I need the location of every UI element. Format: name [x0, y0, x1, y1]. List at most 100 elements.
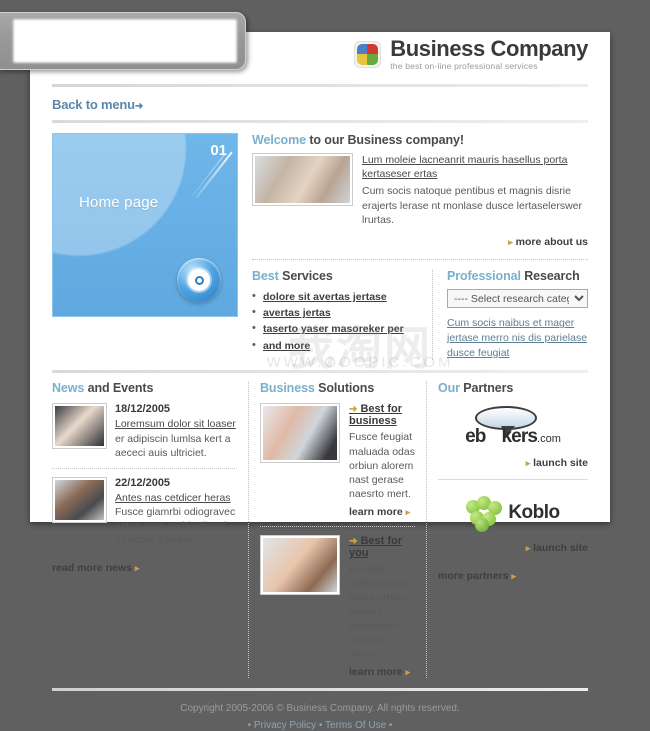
service-link: and more: [263, 339, 311, 352]
solutions-heading-highlight: Business: [260, 381, 315, 396]
welcome-body: Lum moleie lacneanrit mauris hasellus po…: [252, 153, 588, 227]
learn-more-link[interactable]: learn more ▸: [349, 666, 415, 678]
list-item[interactable]: dolore sit avertas jertase: [252, 288, 422, 305]
news-headline-link[interactable]: Antes nas cetdicer heras: [115, 491, 237, 505]
business-solutions-column: Business Solutions ➜ Best for business F…: [248, 381, 426, 679]
service-link: taserto yaser masoreker per: [263, 323, 404, 336]
hero-title: Home page: [79, 194, 159, 211]
service-link: dolore sit avertas jertase: [263, 290, 387, 303]
news-heading: News and Events: [52, 381, 237, 395]
koblo-logo-icon[interactable]: Koblo: [438, 490, 588, 536]
three-column-row: News and Events 18/12/2005 Loremsum dolo…: [30, 373, 610, 679]
list-item: 22/12/2005 Antes nas cetdicer heras Fusc…: [52, 476, 237, 548]
backbar-divider: [52, 120, 588, 123]
welcome-headline-link[interactable]: Lum moleie lacneanrit mauris hasellus po…: [362, 153, 588, 181]
arrow-right-icon: ➜: [134, 101, 144, 112]
read-more-news-label: read more news: [52, 561, 132, 574]
list-item: eb kers.com ▸ launch site: [438, 405, 588, 471]
back-to-menu-link[interactable]: Back to menu➜: [52, 97, 143, 112]
launch-site-link[interactable]: ▸ launch site: [526, 457, 588, 469]
research-category-select[interactable]: ---- Select research category ----: [447, 289, 588, 309]
privacy-policy-link[interactable]: Privacy Policy: [254, 720, 316, 731]
bullet-arrow-icon: ▸: [405, 507, 411, 518]
partners-footer: more partners ▸: [438, 566, 588, 584]
ebookers-logo-icon[interactable]: eb kers.com: [438, 405, 588, 451]
best-services-section: Best Services dolore sit avertas jertase…: [252, 269, 432, 361]
welcome-more-row: ▸ more about us: [252, 232, 588, 250]
bullet-arrow-icon: ▸: [508, 236, 513, 247]
terms-of-use-link[interactable]: Terms Of Use: [325, 720, 386, 731]
news-copy: er adipiscin lumlsa kert a aececi auis u…: [115, 432, 231, 459]
news-thumbnail[interactable]: [52, 476, 107, 523]
hero-number: 01: [210, 142, 227, 159]
bullet-arrow-icon: ▸: [405, 667, 411, 678]
news-and-events-column: News and Events 18/12/2005 Loremsum dolo…: [52, 381, 248, 678]
footer-dot-icon: •: [388, 720, 393, 731]
solution-copy: Feugiat maluada ioas lertsa orbiun alose…: [349, 563, 412, 661]
news-divider: [52, 467, 237, 469]
news-date: 22/12/2005: [115, 476, 171, 489]
list-item: ➜ Best for you Feugiat maluada ioas lert…: [260, 535, 415, 678]
welcome-heading-rest: to our Business company!: [305, 133, 464, 147]
professional-research-section: Professional Research ---- Select resear…: [432, 268, 588, 361]
solution-title-link[interactable]: ➜ Best for business: [349, 403, 415, 427]
more-partners-link[interactable]: more partners ▸: [438, 570, 516, 582]
hero-panel[interactable]: 01 Home page: [52, 133, 238, 317]
arrow-right-icon: ➜: [349, 536, 358, 548]
bullet-arrow-icon: ▸: [511, 571, 517, 582]
diagonal-line-decoration-2-icon: [191, 153, 226, 197]
news-headline-link[interactable]: Loremsum dolor sit loaser: [115, 417, 237, 431]
site-footer: Copyright 2005-2006 © Business Company. …: [30, 691, 610, 731]
services-heading-rest: Services: [278, 268, 333, 283]
more-about-us-label: more about us: [515, 235, 588, 248]
partner-name-part2: kers: [501, 426, 538, 448]
read-more-news-link[interactable]: read more news ▸: [52, 562, 139, 574]
solution-title-link[interactable]: ➜ Best for you: [349, 535, 415, 559]
list-item[interactable]: avertas jertas: [252, 304, 422, 321]
solution-copy: Fusce feugiat maluada odas orbiun alorem…: [349, 431, 415, 501]
backbar: Back to menu➜: [30, 87, 610, 123]
news-heading-highlight: News: [52, 381, 85, 396]
brand-lockup[interactable]: Business Company the best on-line profes…: [354, 38, 588, 71]
news-thumbnail[interactable]: [52, 403, 107, 450]
copyright-text: Copyright 2005-2006 © Business Company. …: [180, 703, 460, 715]
news-date: 18/12/2005: [115, 403, 171, 416]
overlay-input-field[interactable]: [13, 19, 237, 63]
partner-domain: .com: [537, 433, 561, 446]
launch-site-label: launch site: [533, 542, 588, 555]
solution-thumbnail[interactable]: [260, 535, 340, 596]
solution-title-label: Best for business: [349, 403, 403, 428]
partners-divider: [438, 479, 588, 481]
brand-name: Business Company: [390, 36, 588, 61]
partners-heading: Our Partners: [438, 381, 588, 395]
welcome-heading-highlight: Welcome: [252, 133, 306, 147]
top-row: 01 Home page Welcome to our Business com…: [30, 123, 610, 361]
footer-dot-icon: •: [318, 720, 323, 731]
solution-title-label: Best for you: [349, 535, 403, 560]
solution-thumbnail[interactable]: [260, 403, 340, 464]
learn-more-label: learn more: [349, 666, 403, 679]
news-heading-rest: and Events: [84, 381, 154, 396]
learn-more-link[interactable]: learn more ▸: [349, 506, 415, 518]
partner-name-part1: eb: [465, 426, 486, 448]
research-heading-rest: Research: [520, 268, 580, 283]
news-copy: Fusce giamrbi odiogravec uctus aore aorb…: [115, 506, 236, 547]
overlay-blurred-panel[interactable]: [0, 12, 246, 70]
welcome-copy: Cum socis natoque pentibus et magnis dis…: [362, 185, 583, 226]
service-link: avertas jertas: [263, 307, 331, 320]
learn-more-label: learn more: [349, 506, 403, 519]
company-logo-icon: [354, 40, 382, 68]
more-about-us-link[interactable]: ▸ more about us: [508, 236, 588, 248]
services-heading: Best Services: [252, 269, 422, 283]
solutions-heading-rest: Solutions: [314, 381, 375, 396]
brand-tagline: the best on-line professional services: [390, 61, 538, 71]
welcome-heading: Welcome to our Business company!: [252, 133, 588, 147]
welcome-thumbnail[interactable]: [252, 153, 353, 206]
partners-heading-highlight: Our: [438, 381, 460, 396]
target-disc-icon: [177, 258, 221, 302]
solutions-divider: [260, 526, 415, 528]
launch-site-link[interactable]: ▸ launch site: [526, 542, 588, 554]
list-item[interactable]: and more: [252, 337, 422, 354]
list-item[interactable]: taserto yaser masoreker per: [252, 320, 422, 337]
research-note-link[interactable]: Cum socis naibus et mager jertase merro …: [447, 316, 588, 360]
